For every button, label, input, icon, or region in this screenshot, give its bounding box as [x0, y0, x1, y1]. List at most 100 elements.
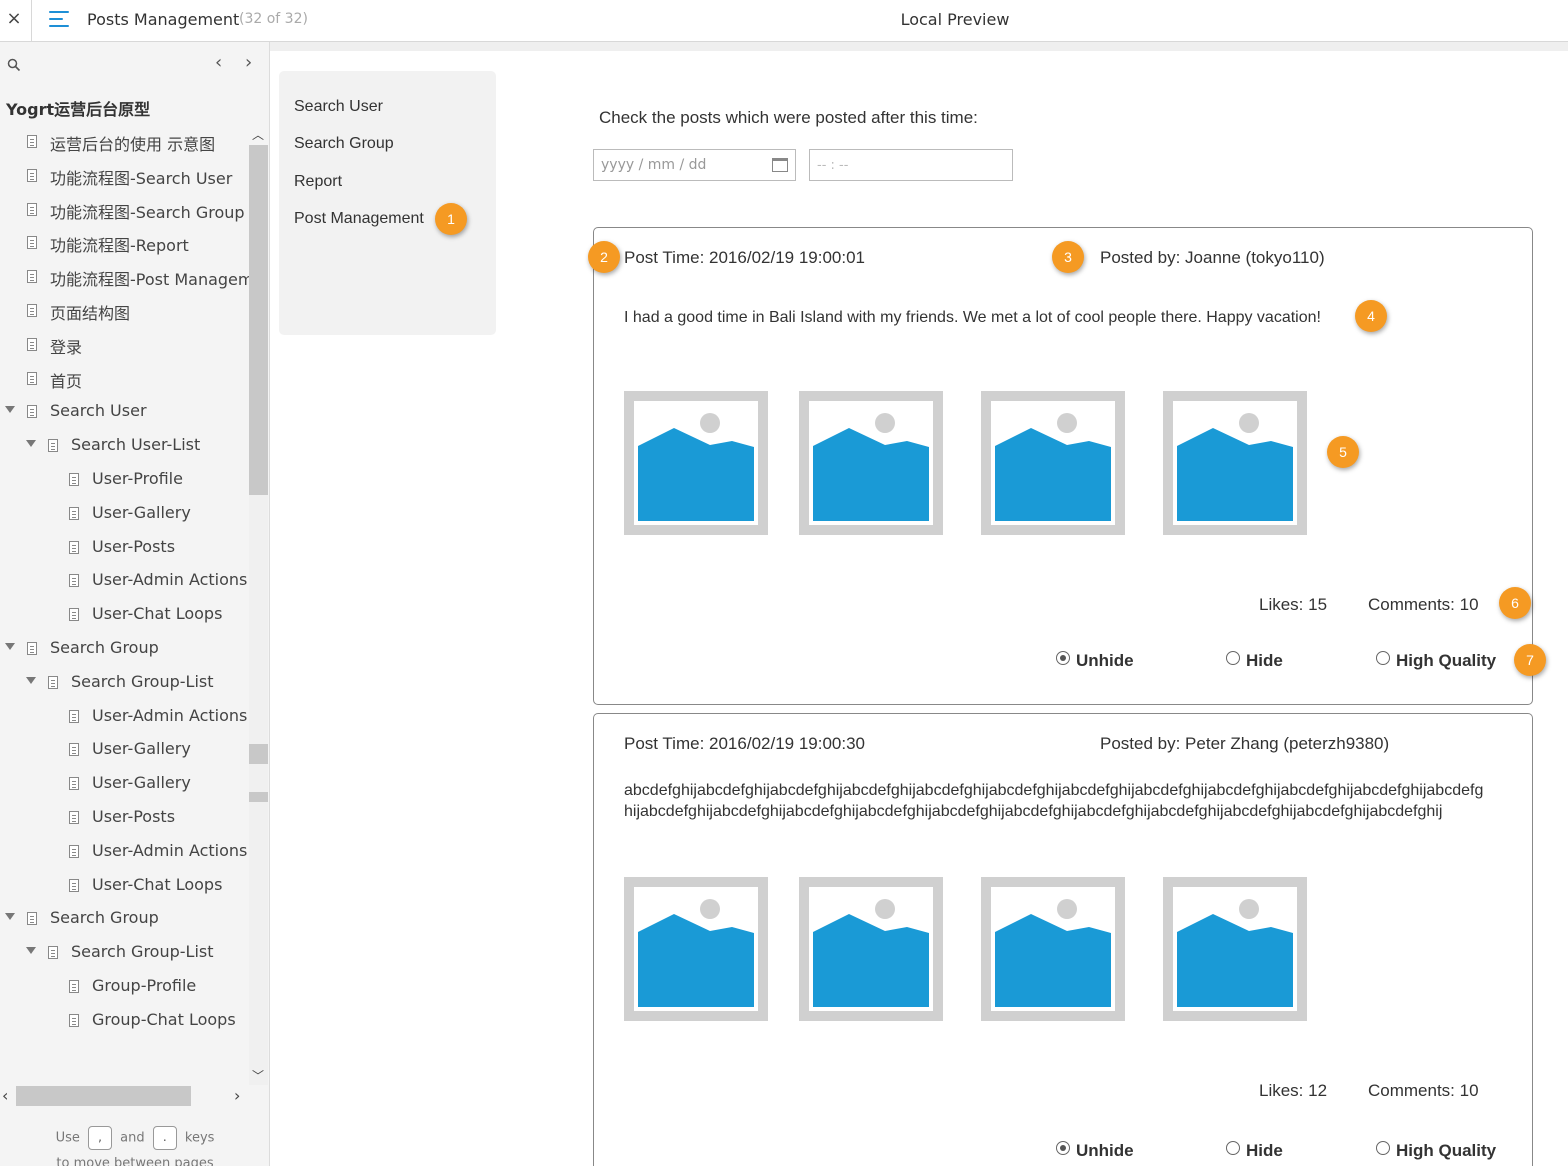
sidebar-item-label: Search Group — [50, 637, 159, 657]
radio-hide[interactable]: Hide — [1226, 651, 1283, 671]
radio-dot[interactable] — [1226, 651, 1240, 665]
image-placeholder-icon[interactable] — [624, 391, 768, 535]
sidebar-item[interactable]: User-Profile — [0, 462, 250, 496]
image-placeholder-icon[interactable] — [981, 877, 1125, 1021]
filter-label: Check the posts which were posted after … — [599, 108, 978, 127]
page-icon — [69, 540, 79, 554]
scroll-left-icon[interactable]: ‹ — [2, 1086, 8, 1105]
caret-down-icon[interactable] — [26, 947, 36, 955]
sidebar-item-label: User-Gallery — [92, 773, 191, 793]
radio-high-quality[interactable]: High Quality — [1376, 1141, 1496, 1161]
page-icon — [27, 912, 37, 926]
sidebar-item[interactable]: User-Admin Actions — [0, 834, 250, 868]
sidebar-item-label: User-Gallery — [92, 502, 191, 522]
sidebar-item[interactable]: 功能流程图-Report — [0, 225, 250, 259]
sidebar-item-label: 登录 — [50, 337, 83, 357]
radio-dot[interactable] — [1376, 1141, 1390, 1155]
nav-search-group[interactable]: Search Group — [294, 135, 394, 153]
sidebar-item-label: User-Admin Actions — [92, 705, 248, 725]
sidebar-item[interactable]: 运营后台的使用 示意图 — [0, 124, 250, 158]
image-placeholder-icon[interactable] — [1163, 391, 1307, 535]
caret-down-icon[interactable] — [5, 406, 15, 414]
hamburger-icon[interactable] — [49, 10, 69, 28]
sidebar: ‹ › Yogrt运营后台原型 运营后台的使用 示意图 功能流程图-Search … — [0, 42, 270, 1166]
annotation-badge: 4 — [1355, 300, 1387, 332]
caret-down-icon[interactable] — [26, 440, 36, 448]
sidebar-item[interactable]: Group-Profile — [0, 969, 250, 1003]
likes-count: Likes: 12 — [1259, 1081, 1328, 1100]
scroll-up-icon[interactable]: ︿ — [252, 126, 264, 143]
sidebar-item[interactable]: Search Group-List — [0, 665, 250, 699]
date-input[interactable]: yyyy / mm / dd — [593, 149, 796, 181]
sidebar-item[interactable]: Group-Chat Loops — [0, 1003, 250, 1037]
page-icon — [69, 810, 79, 824]
sidebar-item[interactable]: Search Group — [0, 631, 250, 665]
sidebar-item[interactable]: Search User-List — [0, 428, 250, 462]
image-placeholder-icon[interactable] — [799, 877, 943, 1021]
sidebar-item-label: User-Profile — [92, 468, 183, 488]
radio-dot[interactable] — [1056, 651, 1070, 665]
radio-dot[interactable] — [1226, 1141, 1240, 1155]
sidebar-item[interactable]: 功能流程图-Search Group — [0, 192, 250, 226]
nav-report[interactable]: Report — [294, 173, 342, 191]
sidebar-item[interactable]: Search User — [0, 394, 250, 428]
image-placeholder-icon[interactable] — [981, 391, 1125, 535]
sidebar-item-label: 功能流程图-Search User — [50, 168, 233, 188]
sidebar-item[interactable]: User-Chat Loops — [0, 868, 250, 902]
radio-hide[interactable]: Hide — [1226, 1141, 1283, 1161]
sidebar-item[interactable]: User-Gallery — [0, 496, 250, 530]
hint-text: Use — [55, 1130, 80, 1146]
sidebar-item[interactable]: User-Chat Loops — [0, 597, 250, 631]
image-placeholder-icon[interactable] — [799, 391, 943, 535]
next-page-icon[interactable]: › — [245, 52, 252, 73]
sidebar-item-label: Group-Chat Loops — [92, 1009, 236, 1029]
radio-high-quality[interactable]: High Quality — [1376, 651, 1496, 671]
sidebar-item[interactable]: 功能流程图-Search User — [0, 158, 250, 192]
calendar-icon[interactable] — [772, 158, 788, 172]
sidebar-item[interactable]: 页面结构图 — [0, 293, 250, 327]
post-time: Post Time: 2016/02/19 19:00:30 — [624, 734, 866, 753]
page-icon — [27, 236, 37, 250]
hint-text: and — [120, 1130, 145, 1146]
date-placeholder: yyyy / mm / dd — [601, 157, 707, 173]
image-placeholder-icon[interactable] — [624, 877, 768, 1021]
sidebar-item[interactable]: Search Group — [0, 901, 250, 935]
radio-unhide[interactable]: Unhide — [1056, 651, 1134, 671]
scroll-right-icon[interactable]: › — [234, 1086, 240, 1105]
sidebar-hscroll-thumb[interactable] — [16, 1086, 191, 1106]
caret-down-icon[interactable] — [26, 676, 36, 684]
nav-post-management[interactable]: Post Management — [294, 210, 424, 228]
sidebar-item[interactable]: User-Gallery — [0, 766, 250, 800]
caret-down-icon[interactable] — [5, 642, 15, 650]
sidebar-item[interactable]: User-Gallery — [0, 732, 250, 766]
sidebar-item-label: 功能流程图-Search Group — [50, 202, 245, 222]
sidebar-item[interactable]: 首页 — [0, 361, 250, 395]
scroll-down-icon[interactable]: ﹀ — [252, 1067, 264, 1084]
sidebar-item[interactable]: User-Admin Actions — [0, 699, 250, 733]
sidebar-item[interactable]: User-Posts — [0, 800, 250, 834]
sidebar-item[interactable]: User-Admin Actions — [0, 563, 250, 597]
sidebar-item[interactable]: Search Group-List — [0, 935, 250, 969]
sidebar-item[interactable]: 功能流程图-Post Managem — [0, 259, 250, 293]
top-bar: × Posts Management (32 of 32) Local Prev… — [0, 0, 1568, 42]
radio-dot[interactable] — [1056, 1141, 1070, 1155]
nav-search-user[interactable]: Search User — [294, 98, 383, 116]
post-card: Post Time: 2016/02/19 19:00:30 Posted by… — [593, 713, 1533, 1166]
search-icon[interactable] — [7, 58, 21, 72]
prev-page-icon[interactable]: ‹ — [215, 52, 222, 73]
time-input[interactable]: -- : -- — [809, 149, 1013, 181]
nav-panel: Search User Search Group Report Post Man… — [279, 71, 496, 335]
post-content: abcdefghijabcdefghijabcdefghijabcdefghij… — [624, 782, 1484, 820]
close-icon[interactable]: × — [0, 0, 28, 40]
sidebar-item[interactable]: User-Posts — [0, 530, 250, 564]
sidebar-item[interactable]: 登录 — [0, 327, 250, 361]
sidebar-item-label: Search User — [50, 401, 147, 421]
annotation-badge: 7 — [1514, 644, 1546, 676]
sidebar-item-label: 功能流程图-Report — [50, 236, 189, 256]
radio-unhide[interactable]: Unhide — [1056, 1141, 1134, 1161]
sidebar-scroll-thumb[interactable] — [249, 145, 268, 495]
caret-down-icon[interactable] — [5, 913, 15, 921]
image-placeholder-icon[interactable] — [1163, 877, 1307, 1021]
page-title: Posts Management — [87, 10, 240, 29]
radio-dot[interactable] — [1376, 651, 1390, 665]
